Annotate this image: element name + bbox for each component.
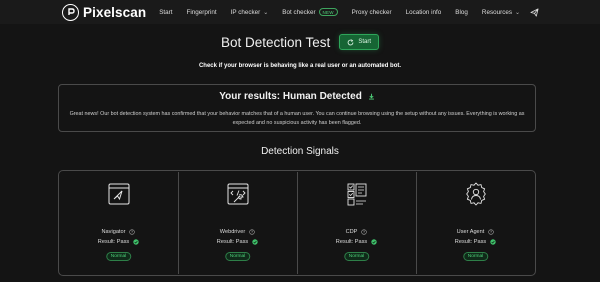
- pixelscan-logo-icon: [62, 3, 79, 21]
- cdp-icon: [347, 183, 366, 206]
- nav-item-label: Bot checker: [282, 8, 316, 16]
- signal-card-cdp: CDP Result: Pass Normal: [297, 171, 416, 275]
- webdriver-icon: [227, 183, 248, 205]
- nav-item-bot-checker[interactable]: Bot checker NEW: [282, 8, 338, 16]
- result-description: Great news! Our bot detection system has…: [69, 111, 525, 126]
- help-icon[interactable]: [129, 229, 136, 235]
- top-nav: Pixelscan Start Fingerprint IP checker ⌄ …: [0, 0, 600, 24]
- nav-item-label: IP checker: [230, 8, 261, 16]
- chevron-down-icon: ⌄: [515, 9, 521, 16]
- nav-item-ip-checker[interactable]: IP checker ⌄: [231, 9, 269, 16]
- signal-result: Result: Pass: [178, 239, 297, 245]
- signal-result-text: Result: Pass: [216, 239, 249, 245]
- nav-item-start[interactable]: Start: [159, 9, 172, 16]
- start-button-label: Start: [358, 39, 371, 45]
- nav-item-label: Start: [159, 8, 173, 16]
- signals-grid: Navigator Result: Pass Normal Webdriver …: [58, 170, 536, 276]
- check-icon: [490, 239, 496, 245]
- status-badge: Normal: [343, 252, 370, 261]
- nav-item-fingerprint[interactable]: Fingerprint: [187, 9, 217, 16]
- nav-item-location-info[interactable]: Location info: [406, 9, 442, 16]
- brand-logo[interactable]: Pixelscan: [62, 3, 147, 21]
- nav-item-blog[interactable]: Blog: [455, 9, 468, 16]
- signal-result-text: Result: Pass: [335, 239, 368, 245]
- help-icon[interactable]: [361, 229, 368, 235]
- signal-name-text: CDP: [345, 229, 358, 235]
- telegram-icon[interactable]: [530, 7, 539, 17]
- status-badge: Normal: [105, 252, 132, 261]
- signal-card-webdriver: Webdriver Result: Pass Normal: [178, 171, 297, 275]
- signal-name-text: Navigator: [101, 229, 126, 235]
- page-title: Bot Detection Test: [221, 34, 331, 50]
- nav-item-proxy-checker[interactable]: Proxy checker: [352, 9, 392, 16]
- check-icon: [133, 239, 139, 245]
- signal-name: Webdriver: [178, 229, 297, 235]
- signal-name-text: Webdriver: [219, 229, 246, 235]
- result-heading: Your results: Human Detected: [59, 91, 535, 102]
- signal-result-text: Result: Pass: [97, 239, 130, 245]
- signal-card-user-agent: User Agent Result: Pass Normal: [416, 171, 535, 275]
- signal-result: Result: Pass: [297, 239, 416, 245]
- result-title-text: Your results: Human Detected: [219, 91, 362, 102]
- help-icon[interactable]: [488, 229, 495, 235]
- user-agent-icon: [465, 182, 486, 206]
- signals-heading: Detection Signals: [261, 146, 339, 157]
- signal-card-navigator: Navigator Result: Pass Normal: [59, 171, 178, 275]
- signal-name: User Agent: [416, 229, 535, 235]
- check-icon: [252, 239, 258, 245]
- nav-item-label: Resources: [481, 8, 512, 16]
- page-subtitle: Check if your browser is behaving like a…: [198, 63, 402, 69]
- navigator-icon: [108, 183, 129, 205]
- help-icon[interactable]: [249, 229, 255, 235]
- status-badge: Normal: [224, 252, 251, 261]
- refresh-icon: [347, 38, 354, 45]
- nav-item-resources[interactable]: Resources ⌄: [482, 9, 520, 16]
- signal-result-text: Result: Pass: [454, 239, 487, 245]
- signal-name-text: User Agent: [456, 229, 485, 235]
- result-panel: Your results: Human Detected Great news!…: [58, 84, 536, 132]
- nav-item-label: Fingerprint: [186, 8, 217, 16]
- start-button[interactable]: Start: [339, 34, 379, 50]
- signal-result: Result: Pass: [59, 239, 178, 245]
- new-badge: NEW: [318, 8, 338, 16]
- signal-name: Navigator: [59, 229, 178, 235]
- signal-result: Result: Pass: [416, 239, 535, 245]
- hero-section: Bot Detection Test Start: [0, 34, 600, 50]
- nav-item-label: Blog: [455, 8, 468, 16]
- nav-item-label: Proxy checker: [351, 8, 392, 16]
- nav-item-label: Location info: [405, 8, 442, 16]
- brand-name: Pixelscan: [83, 4, 147, 20]
- status-badge: Normal: [462, 252, 489, 261]
- download-icon[interactable]: [368, 93, 375, 100]
- chevron-down-icon: ⌄: [263, 9, 269, 16]
- check-icon: [371, 239, 377, 245]
- signal-name: CDP: [297, 229, 416, 235]
